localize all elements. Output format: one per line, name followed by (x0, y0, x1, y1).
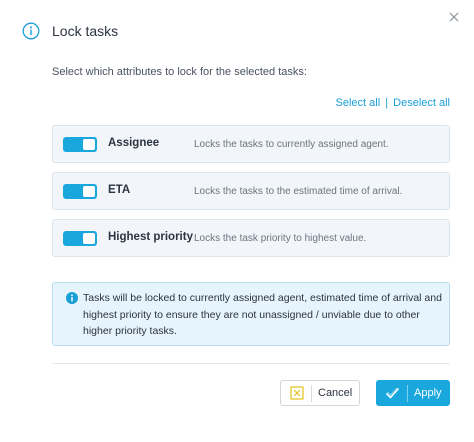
button-separator (311, 385, 312, 402)
attribute-row-highest-priority: Highest priority Locks the task priority… (52, 219, 450, 257)
checkmark-icon (385, 387, 400, 399)
cancel-button[interactable]: Cancel (280, 380, 360, 406)
info-icon (22, 22, 40, 40)
attribute-name: Assignee (108, 137, 160, 149)
info-text: Tasks will be locked to currently assign… (83, 292, 442, 337)
attribute-description: Locks the tasks to the estimated time of… (194, 186, 403, 197)
attribute-description: Locks the tasks to currently assigned ag… (194, 139, 389, 150)
attribute-description: Locks the task priority to highest value… (194, 233, 367, 244)
highest-priority-toggle[interactable] (63, 231, 97, 246)
close-icon[interactable] (446, 9, 462, 25)
toggle-knob (83, 233, 95, 244)
eta-toggle[interactable] (63, 184, 97, 199)
info-icon (66, 292, 78, 304)
deselect-all-link[interactable]: Deselect all (393, 97, 450, 109)
select-links: Select all | Deselect all (336, 97, 450, 109)
apply-button[interactable]: Apply (376, 380, 450, 406)
attribute-row-eta: ETA Locks the tasks to the estimated tim… (52, 172, 450, 210)
toggle-knob (83, 139, 95, 150)
attribute-row-assignee: Assignee Locks the tasks to currently as… (52, 125, 450, 163)
attribute-name: ETA (108, 184, 131, 196)
button-separator (407, 385, 408, 402)
select-all-link[interactable]: Select all (336, 97, 381, 109)
lock-tasks-dialog: Lock tasks Select which attributes to lo… (0, 0, 474, 442)
divider (52, 363, 450, 364)
dialog-title: Lock tasks (52, 23, 119, 39)
assignee-toggle[interactable] (63, 137, 97, 152)
toggle-knob (83, 186, 95, 197)
info-box: Tasks will be locked to currently assign… (52, 282, 450, 346)
attribute-name: Highest priority (108, 231, 193, 243)
link-separator: | (385, 97, 389, 109)
apply-label: Apply (414, 387, 442, 399)
cancel-icon (290, 386, 304, 400)
dialog-subtitle: Select which attributes to lock for the … (52, 66, 307, 78)
cancel-label: Cancel (318, 387, 353, 399)
